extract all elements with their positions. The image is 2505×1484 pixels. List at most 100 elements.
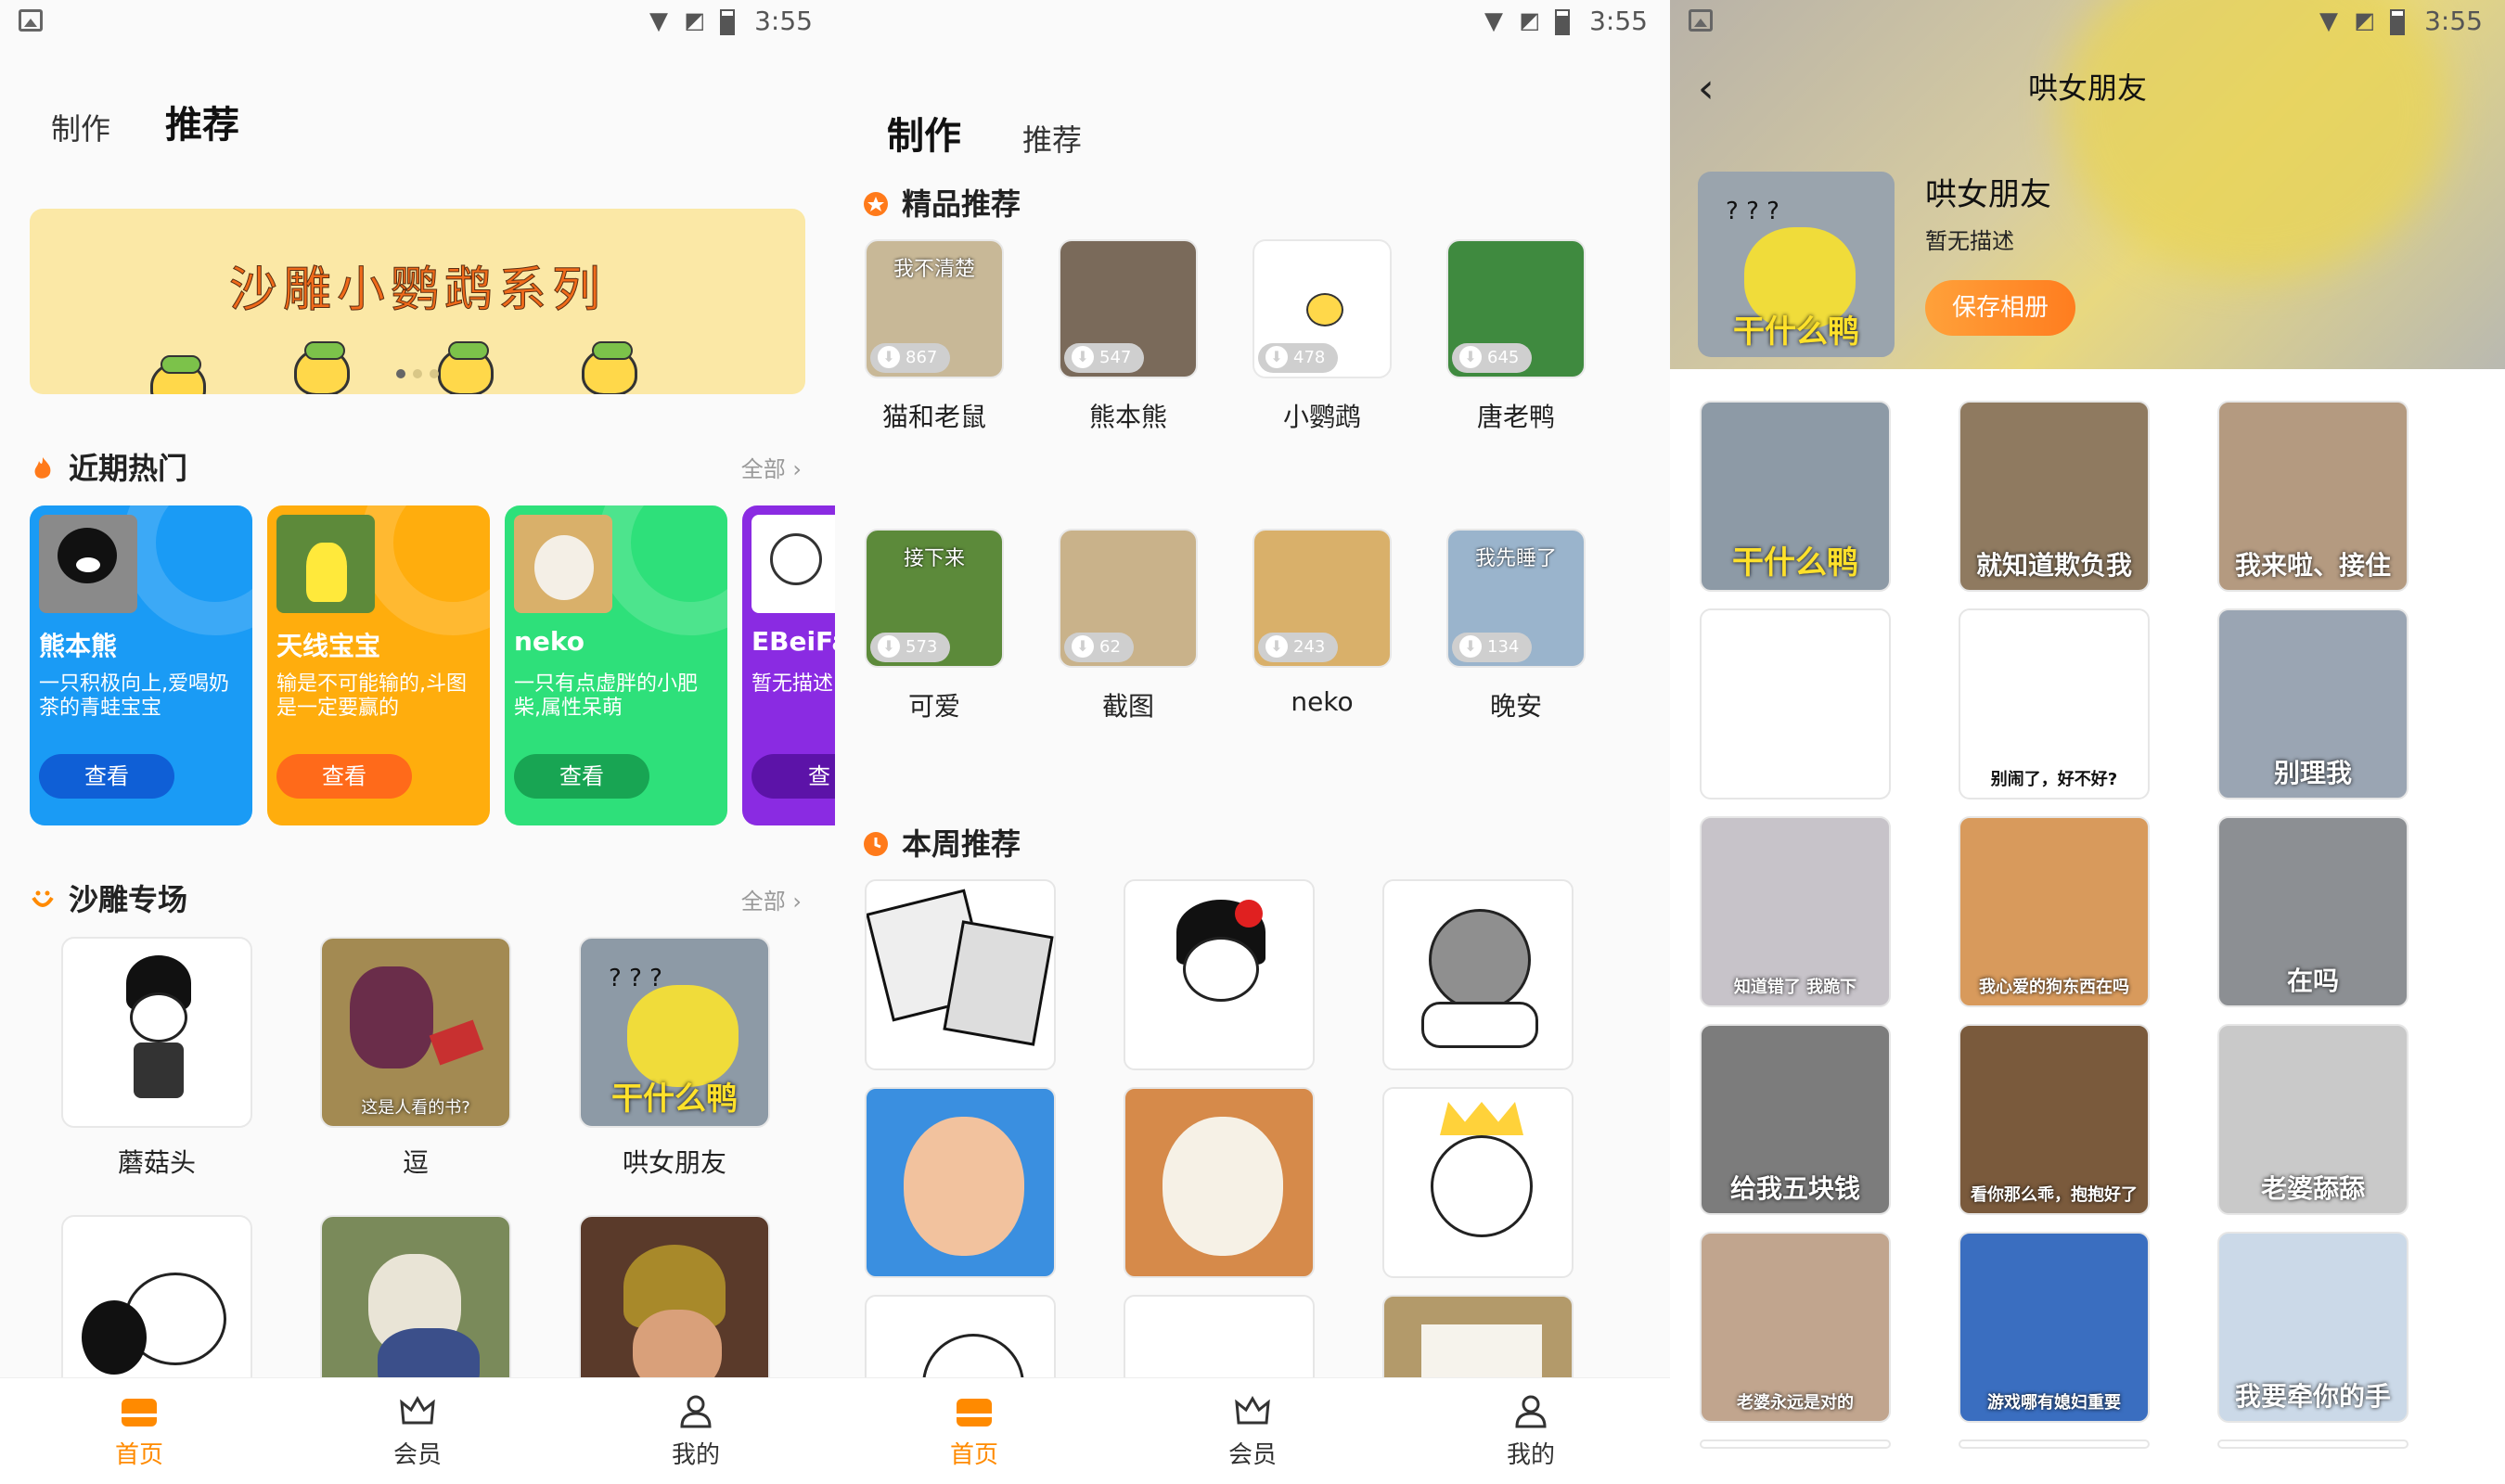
album-photo[interactable]: 就知道欺负我 — [1959, 401, 2150, 592]
recommend-screen: ▼ ◩ 3:55 制作 推荐 沙雕小鹦鹉系列 近期热门 全部 › 熊本熊 一只积… — [0, 0, 835, 1484]
hot-card-thumb — [276, 515, 375, 613]
mushroom-body — [134, 1043, 184, 1098]
featured-label: 熊本熊 — [1088, 402, 1167, 432]
teletubby — [306, 543, 347, 602]
tab-make[interactable]: 制作 — [51, 106, 110, 148]
download-count-badge: 134 — [1452, 633, 1533, 662]
arms — [1421, 1002, 1538, 1048]
featured-tile[interactable]: 我先睡了 134 — [1446, 529, 1586, 668]
nav-home-label: 首页 — [114, 1441, 163, 1469]
photo-caption: 就知道欺负我 — [1975, 550, 2132, 581]
album-photo[interactable]: 知道错了 我跪下 — [1700, 816, 1891, 1007]
banner[interactable]: 沙雕小鹦鹉系列 — [30, 209, 805, 394]
sim-icon: ◩ — [684, 7, 705, 33]
photo-caption: 别理我 — [2273, 758, 2352, 788]
album-photo[interactable] — [2217, 1439, 2409, 1449]
album-desc: 暂无描述 — [1925, 228, 2014, 254]
album-photo[interactable]: 在吗 — [2217, 816, 2409, 1007]
weekly-tile[interactable] — [1382, 879, 1574, 1070]
featured-tile[interactable]: 62 — [1059, 529, 1198, 668]
photo-caption: 我来啦、接住 — [2234, 550, 2391, 581]
hot-card-thumb — [39, 515, 137, 613]
album-photo[interactable]: 老婆永远是对的 — [1700, 1232, 1891, 1423]
featured-tile[interactable]: 243 — [1252, 529, 1392, 668]
weekly-tile[interactable] — [1124, 1087, 1315, 1278]
featured-tile[interactable]: 我不清楚 867 — [865, 239, 1004, 378]
album-photo[interactable]: 别闹了，好不好? — [1959, 608, 2150, 800]
album-photo[interactable]: 我来啦、接住 — [2217, 401, 2409, 592]
nav-vip[interactable]: 会员 — [325, 1395, 510, 1470]
album-photo[interactable] — [1700, 1439, 1891, 1449]
featured-tile[interactable]: 接下来 573 — [865, 529, 1004, 668]
user-icon — [1515, 1395, 1547, 1428]
save-album-button[interactable]: 保存相册 — [1925, 280, 2075, 336]
special-section-title: 沙雕专场 — [30, 876, 187, 919]
album-photo[interactable]: 老婆舔舔 — [2217, 1024, 2409, 1215]
featured-tile[interactable]: 547 — [1059, 239, 1198, 378]
featured-label: 唐老鸭 — [1476, 402, 1555, 432]
meme-face-card — [943, 920, 1054, 1046]
special-all-link[interactable]: 全部 › — [741, 883, 802, 915]
album-cover: ? ? ? 干什么鸭 — [1698, 172, 1895, 357]
view-button[interactable]: 查 — [752, 754, 835, 799]
photo-caption: 我心爱的狗东西在吗 — [1979, 978, 2129, 997]
red-book — [429, 1019, 484, 1066]
nav-mine-label: 我的 — [671, 1441, 720, 1469]
special-tile[interactable]: 这是人看的书? — [320, 937, 511, 1128]
hot-card-name: 熊本熊 — [39, 631, 118, 661]
album-photo[interactable]: 干什么鸭 — [1700, 401, 1891, 592]
hot-card[interactable]: 天线宝宝 输是不可能输的,斗图是一定要赢的 查看 — [267, 505, 490, 825]
hot-all-link[interactable]: 全部 › — [741, 451, 802, 483]
hot-carousel[interactable]: 熊本熊 一只积极向上,爱喝奶茶的青蛙宝宝 查看 天线宝宝 输是不可能输的,斗图是… — [30, 505, 835, 825]
album-photo[interactable]: 给我五块钱 — [1700, 1024, 1891, 1215]
nav-mine[interactable]: 我的 — [603, 1395, 789, 1470]
special-label: 蘑菇头 — [117, 1147, 196, 1178]
nav-vip[interactable]: 会员 — [1160, 1395, 1345, 1470]
nyanko-sensei — [1163, 1117, 1283, 1256]
album-photo[interactable]: 看你那么乖，抱抱好了 — [1959, 1024, 2150, 1215]
special-tile[interactable]: ? ? ? 干什么鸭 — [579, 937, 770, 1128]
hot-card[interactable]: EBeiFa 暂无描述 查 — [742, 505, 835, 825]
album-photo[interactable]: 别理我 — [2217, 608, 2409, 800]
view-button[interactable]: 查看 — [39, 754, 174, 799]
featured-label: 截图 — [1101, 691, 1154, 722]
album-photo[interactable] — [1700, 608, 1891, 800]
tile-caption: 这是人看的书? — [361, 1098, 470, 1118]
parrot-sticker — [1306, 293, 1343, 326]
nav-home[interactable]: 首页 — [881, 1395, 1067, 1470]
tab-make[interactable]: 制作 — [887, 106, 961, 163]
weekly-tile[interactable] — [1382, 1087, 1574, 1278]
album-photo[interactable] — [1959, 1439, 2150, 1449]
weekly-tile[interactable] — [865, 879, 1056, 1070]
view-button[interactable]: 查看 — [514, 754, 649, 799]
special-tile[interactable] — [61, 937, 252, 1128]
crown — [1440, 1102, 1523, 1135]
black-hand — [82, 1300, 147, 1375]
hot-card-desc: 一只有点虚胖的小肥柴,属性呆萌 — [514, 672, 699, 720]
hot-card[interactable]: 熊本熊 一只积极向上,爱喝奶茶的青蛙宝宝 查看 — [30, 505, 252, 825]
hot-card[interactable]: neko 一只有点虚胖的小肥柴,属性呆萌 查看 — [505, 505, 727, 825]
album-photo[interactable]: 我要牵你的手 — [2217, 1232, 2409, 1423]
album-photo[interactable]: 游戏哪有媳妇重要 — [1959, 1232, 2150, 1423]
hot-section-title: 近期热门 — [30, 445, 187, 488]
nav-home[interactable]: 首页 — [46, 1395, 232, 1470]
album-photo[interactable]: 我心爱的狗东西在吗 — [1959, 816, 2150, 1007]
view-button[interactable]: 查看 — [276, 754, 412, 799]
photo-caption: 在吗 — [2286, 966, 2339, 996]
weekly-tile[interactable] — [1124, 879, 1315, 1070]
clock-icon — [864, 832, 888, 856]
tab-recommend[interactable]: 推荐 — [165, 95, 239, 152]
crown-icon — [1235, 1396, 1270, 1425]
kumamon-face — [58, 528, 117, 583]
weekly-tile[interactable] — [865, 1087, 1056, 1278]
featured-label: 小鹦鹉 — [1282, 402, 1361, 432]
tile-caption: 接下来 — [903, 547, 965, 570]
duck-sticker — [438, 341, 494, 394]
featured-tile[interactable]: 645 — [1446, 239, 1586, 378]
nav-mine[interactable]: 我的 — [1438, 1395, 1624, 1470]
tab-recommend[interactable]: 推荐 — [1022, 117, 1082, 160]
blushing-face — [1183, 937, 1259, 1002]
featured-tile[interactable]: 478 — [1252, 239, 1392, 378]
hot-card-name: 天线宝宝 — [276, 631, 381, 661]
clock: 3:55 — [754, 6, 813, 36]
